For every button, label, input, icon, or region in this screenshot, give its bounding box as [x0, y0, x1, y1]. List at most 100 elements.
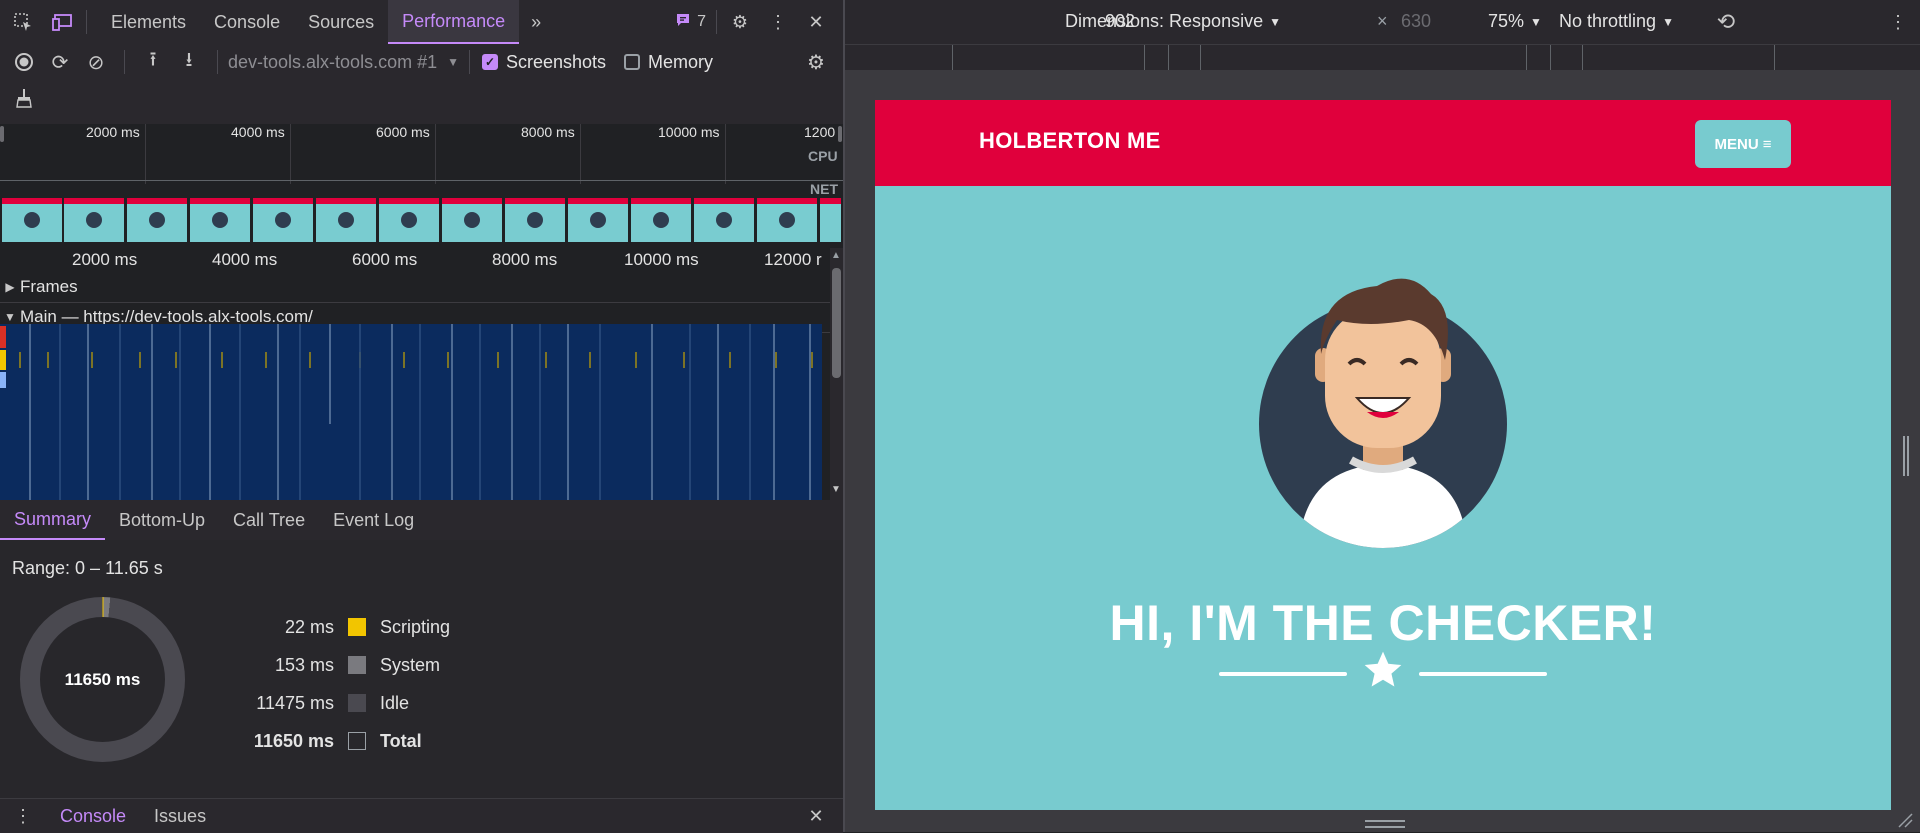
- star-icon: [1361, 648, 1405, 692]
- hero-title: HI, I'M THE CHECKER!: [1109, 595, 1657, 651]
- checkbox-box: [624, 54, 641, 70]
- cpu-label: CPU: [808, 148, 838, 164]
- site-brand[interactable]: HOLBERTON ME: [979, 128, 1161, 154]
- legend-value: 22 ms: [284, 616, 334, 637]
- record-button[interactable]: [6, 44, 42, 80]
- media-query-ruler[interactable]: [845, 44, 1920, 72]
- avatar: [590, 212, 606, 228]
- avatar: [653, 212, 669, 228]
- legend-value: 11475 ms: [256, 692, 334, 713]
- resize-corner-icon[interactable]: [1897, 812, 1913, 828]
- timeline-ruler: 2000 ms 4000 ms 6000 ms 8000 ms 10000 ms…: [0, 248, 830, 272]
- overview-tick: 10000 ms: [658, 124, 720, 140]
- screenshot-thumbnail: [64, 198, 124, 242]
- screenshot-thumbnail: [757, 198, 817, 242]
- tab-summary[interactable]: Summary: [0, 500, 106, 540]
- capture-settings-gear-icon[interactable]: ⚙: [798, 44, 834, 80]
- expand-triangle-icon[interactable]: ▶: [0, 280, 20, 294]
- resize-handle-bottom[interactable]: [1365, 820, 1405, 828]
- avatar: [212, 212, 228, 228]
- selection-handle-right[interactable]: [838, 126, 842, 142]
- tab-performance[interactable]: Performance: [388, 0, 520, 44]
- selection-handle-left[interactable]: [0, 126, 4, 142]
- flame-scrollbar[interactable]: ▲ ▼: [830, 248, 843, 500]
- scrollbar-thumb[interactable]: [832, 268, 841, 378]
- checkmark-icon: ✓: [481, 54, 498, 70]
- scroll-down-icon[interactable]: ▼: [831, 484, 841, 495]
- settings-gear-icon[interactable]: ⚙: [727, 9, 753, 35]
- overview-tick: 1200: [804, 124, 836, 140]
- chevron-down-icon: ▼: [1530, 14, 1542, 29]
- tab-call-tree[interactable]: Call Tree: [219, 500, 319, 540]
- scroll-up-icon[interactable]: ▲: [831, 250, 841, 261]
- screenshot-thumbnail: [694, 198, 754, 242]
- ruler-tick: 6000 ms: [352, 250, 418, 269]
- width-input[interactable]: 902: [1105, 11, 1135, 32]
- screenshots-checkbox[interactable]: ✓ Screenshots: [481, 52, 606, 73]
- legend-row-scripting: 22 ms Scripting: [230, 608, 450, 646]
- clear-icon[interactable]: ⊘: [78, 44, 114, 80]
- issues-counter[interactable]: 7: [675, 12, 706, 33]
- memory-checkbox[interactable]: Memory: [624, 52, 713, 73]
- kebab-menu-icon[interactable]: ⋮: [765, 9, 791, 35]
- target-label: dev-tools.alx-tools.com #1: [228, 51, 438, 72]
- grid-line: [580, 124, 581, 184]
- tab-elements[interactable]: Elements: [97, 0, 200, 44]
- tab-console[interactable]: Console: [200, 0, 294, 44]
- target-select[interactable]: dev-tools.alx-tools.com #1 ▼: [228, 52, 459, 73]
- rotate-icon[interactable]: ⟲: [1713, 9, 1739, 35]
- overview-tick: 8000 ms: [521, 124, 575, 140]
- menu-button[interactable]: MENU ≡: [1695, 120, 1791, 168]
- issues-count: 7: [697, 13, 706, 30]
- divider: [468, 50, 470, 74]
- overview-tick: 4000 ms: [231, 124, 285, 140]
- height-input[interactable]: 630: [1401, 11, 1431, 32]
- summary-pane: Range: 0 – 11.65 s 11650 ms 22 ms Script…: [0, 540, 843, 782]
- avatar: [527, 212, 543, 228]
- legend-swatch: [348, 732, 366, 750]
- memory-label: Memory: [648, 51, 714, 72]
- dimensions-select[interactable]: Dimensions: Responsive ▼: [1065, 11, 1281, 32]
- times-icon: ×: [1377, 11, 1388, 31]
- screenshot-thumbnail: [253, 198, 313, 242]
- toolbar-row: ⟳ ⊘ ⭱ ⭳ dev-tools.alx-tools.com #1 ▼ ✓ S…: [6, 44, 713, 80]
- tab-bottom-up[interactable]: Bottom-Up: [105, 500, 219, 540]
- grid-line: [290, 124, 291, 184]
- divider: [716, 10, 717, 34]
- timeline-overview[interactable]: 2000 ms 4000 ms 6000 ms 8000 ms 10000 ms…: [0, 124, 843, 248]
- upload-icon[interactable]: ⭱: [135, 44, 171, 80]
- tab-event-log[interactable]: Event Log: [319, 500, 428, 540]
- more-tabs-icon[interactable]: »: [523, 9, 549, 35]
- frames-track[interactable]: ▶ Frames: [0, 272, 830, 303]
- divider-line-right: [1419, 672, 1547, 676]
- grid-line: [145, 124, 146, 184]
- screenshot-thumbnail: [568, 198, 628, 242]
- collapse-triangle-icon[interactable]: ▼: [0, 310, 20, 324]
- device-options-kebab-icon[interactable]: ⋮: [1885, 9, 1911, 35]
- download-icon[interactable]: ⭳: [171, 44, 207, 80]
- drawer-tab-console[interactable]: Console: [46, 806, 140, 827]
- garbage-collect-broom-icon[interactable]: [6, 80, 42, 116]
- grid-line: [435, 124, 436, 184]
- throttling-select[interactable]: No throttling ▼: [1559, 11, 1674, 32]
- drawer-tab-issues[interactable]: Issues: [140, 806, 220, 827]
- resize-handle-right[interactable]: [1903, 436, 1909, 476]
- drawer-close-icon[interactable]: ✕: [803, 803, 829, 829]
- devtools-window: Elements Console Sources Performance » 7…: [0, 0, 1920, 833]
- avatar: [24, 212, 40, 228]
- flame-chart[interactable]: ▶ Frames ▼ Main — https://dev-tools.alx-…: [0, 272, 830, 500]
- main-thread-activity[interactable]: [0, 324, 822, 500]
- ruler-mark: [1550, 45, 1551, 71]
- legend-swatch: [348, 656, 366, 674]
- reload-icon[interactable]: ⟳: [42, 44, 78, 80]
- drawer-menu-icon[interactable]: ⋮: [10, 803, 36, 829]
- avatar: [275, 212, 291, 228]
- inspect-element-icon[interactable]: [10, 9, 36, 35]
- tab-sources[interactable]: Sources: [294, 0, 388, 44]
- divider: [217, 50, 218, 74]
- legend-label: Scripting: [380, 616, 451, 637]
- device-toolbar-icon[interactable]: [50, 9, 76, 35]
- zoom-select[interactable]: 75% ▼: [1488, 11, 1542, 32]
- close-icon[interactable]: ✕: [803, 9, 829, 35]
- chevron-down-icon: ▼: [447, 55, 459, 69]
